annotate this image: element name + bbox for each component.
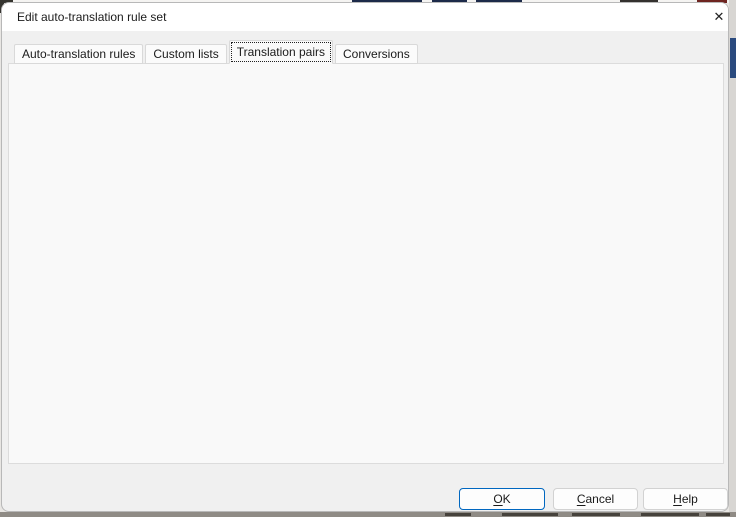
title-bar: Edit auto-translation rule set ✕ xyxy=(2,3,728,31)
close-button[interactable]: ✕ xyxy=(704,4,729,30)
background-text-fragment xyxy=(572,513,620,516)
tab-label: Custom lists xyxy=(153,47,218,61)
button-label: elp xyxy=(682,492,698,506)
tab-strip: Auto-translation rules Custom lists Tran… xyxy=(14,40,418,64)
dialog-title: Edit auto-translation rule set xyxy=(17,3,166,31)
background-text-fragment xyxy=(706,513,730,516)
help-button[interactable]: Help xyxy=(643,488,728,510)
background-text-fragment xyxy=(641,513,699,516)
background-window-strip xyxy=(0,512,736,517)
tab-label: Auto-translation rules xyxy=(22,47,135,61)
tab-conversions[interactable]: Conversions xyxy=(335,44,418,64)
close-icon: ✕ xyxy=(714,9,725,25)
background-text-fragment xyxy=(502,513,558,516)
button-mnemonic: H xyxy=(673,492,682,506)
button-label: K xyxy=(503,492,511,506)
background-text-fragment xyxy=(445,513,471,516)
edit-auto-translation-rule-set-dialog: Edit auto-translation rule set ✕ Auto-tr… xyxy=(1,2,729,512)
tab-translation-pairs[interactable]: Translation pairs xyxy=(229,40,333,64)
tab-auto-translation-rules[interactable]: Auto-translation rules xyxy=(14,44,143,64)
cancel-button[interactable]: Cancel xyxy=(553,488,638,510)
button-mnemonic: O xyxy=(493,492,502,506)
background-window-fragment xyxy=(730,38,736,78)
tab-custom-lists[interactable]: Custom lists xyxy=(145,44,226,64)
ok-button[interactable]: OK xyxy=(459,488,545,510)
tab-label: Conversions xyxy=(343,47,410,61)
translation-pairs-tab-page xyxy=(8,63,724,464)
tab-label: Translation pairs xyxy=(237,45,325,59)
button-mnemonic: C xyxy=(577,492,586,506)
button-label: ancel xyxy=(585,492,614,506)
